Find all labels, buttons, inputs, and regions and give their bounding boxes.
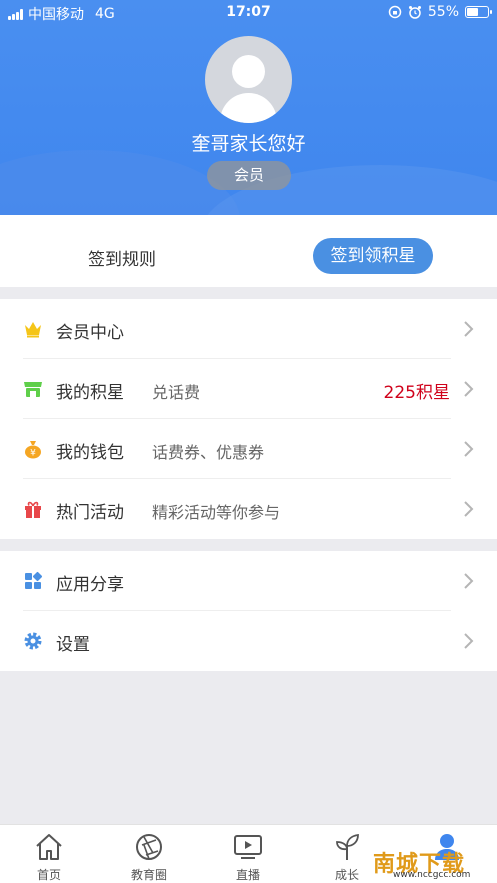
tab-home[interactable]: 首页 [14,825,84,883]
money-bag-icon: ¥ [25,441,41,459]
menu-group-settings: 应用分享 设置 [0,551,497,671]
tab-label: 直播 [235,868,260,882]
tab-growth[interactable]: 成长 [312,825,382,883]
menu-item-title: 会员中心 [56,323,124,343]
tab-live[interactable]: 直播 [213,825,283,883]
menu-item-subtitle: 精彩活动等你参与 [152,503,281,522]
profile-header: 中国移动 4G 17:07 55% 奎哥家长您好 会员 [0,0,497,215]
checkin-rules-link[interactable]: 签到规则 [88,245,156,270]
menu-item-title: 热门活动 [56,503,124,523]
gear-icon [24,632,42,650]
menu-item-app-share[interactable]: 应用分享 [0,551,497,611]
home-icon [36,834,62,860]
watermark-logo: 南城下载 www.nccgcc.com [373,846,491,882]
stars-count: 225积星 [383,383,450,403]
menu-item-title: 应用分享 [56,575,124,595]
svg-text:¥: ¥ [30,449,36,459]
alarm-icon [408,6,421,19]
menu-group-account: 会员中心 我的积星 兑话费 225积星 ¥ 我的钱包 话费券、优惠券 热门活动 … [0,299,497,539]
chevron-right-icon [464,633,474,649]
menu-item-subtitle: 话费券、优惠券 [152,443,265,462]
shop-icon [24,382,42,397]
apps-icon [25,571,43,589]
gift-icon [25,501,41,518]
tab-label: 成长 [334,868,359,882]
menu-item-title: 我的积星 [56,383,124,403]
tab-label: 首页 [36,868,61,882]
chevron-right-icon [464,501,474,517]
menu-item-settings[interactable]: 设置 [0,611,497,671]
tab-label: 教育圈 [130,868,167,882]
member-badge[interactable]: 会员 [207,161,291,190]
menu-item-subtitle: 兑话费 [152,383,201,402]
avatar[interactable] [205,36,292,123]
menu-item-my-stars[interactable]: 我的积星 兑话费 225积星 [0,359,497,419]
rotation-lock-icon [388,5,402,19]
watermark-url: www.nccgcc.com [393,870,471,880]
play-screen-icon [234,835,262,859]
chevron-right-icon [464,321,474,337]
aperture-icon [136,834,162,860]
crown-icon [25,322,41,338]
status-bar: 中国移动 4G 17:07 55% [0,0,497,26]
background-hill [0,150,240,215]
sprout-icon [336,833,359,860]
menu-item-member-center[interactable]: 会员中心 [0,299,497,359]
chevron-right-icon [464,381,474,397]
checkin-button[interactable]: 签到领积星 [313,238,433,274]
menu-item-title: 我的钱包 [56,443,124,463]
menu-item-title: 设置 [56,635,90,655]
tab-education-circle[interactable]: 教育圈 [114,825,184,883]
menu-item-hot-events[interactable]: 热门活动 精彩活动等你参与 [0,479,497,539]
battery-icon [465,6,492,18]
greeting-text: 奎哥家长您好 [191,133,306,155]
battery-percent: 55% [427,4,459,20]
chevron-right-icon [464,441,474,457]
menu-item-wallet[interactable]: ¥ 我的钱包 话费券、优惠券 [0,419,497,479]
chevron-right-icon [464,573,474,589]
